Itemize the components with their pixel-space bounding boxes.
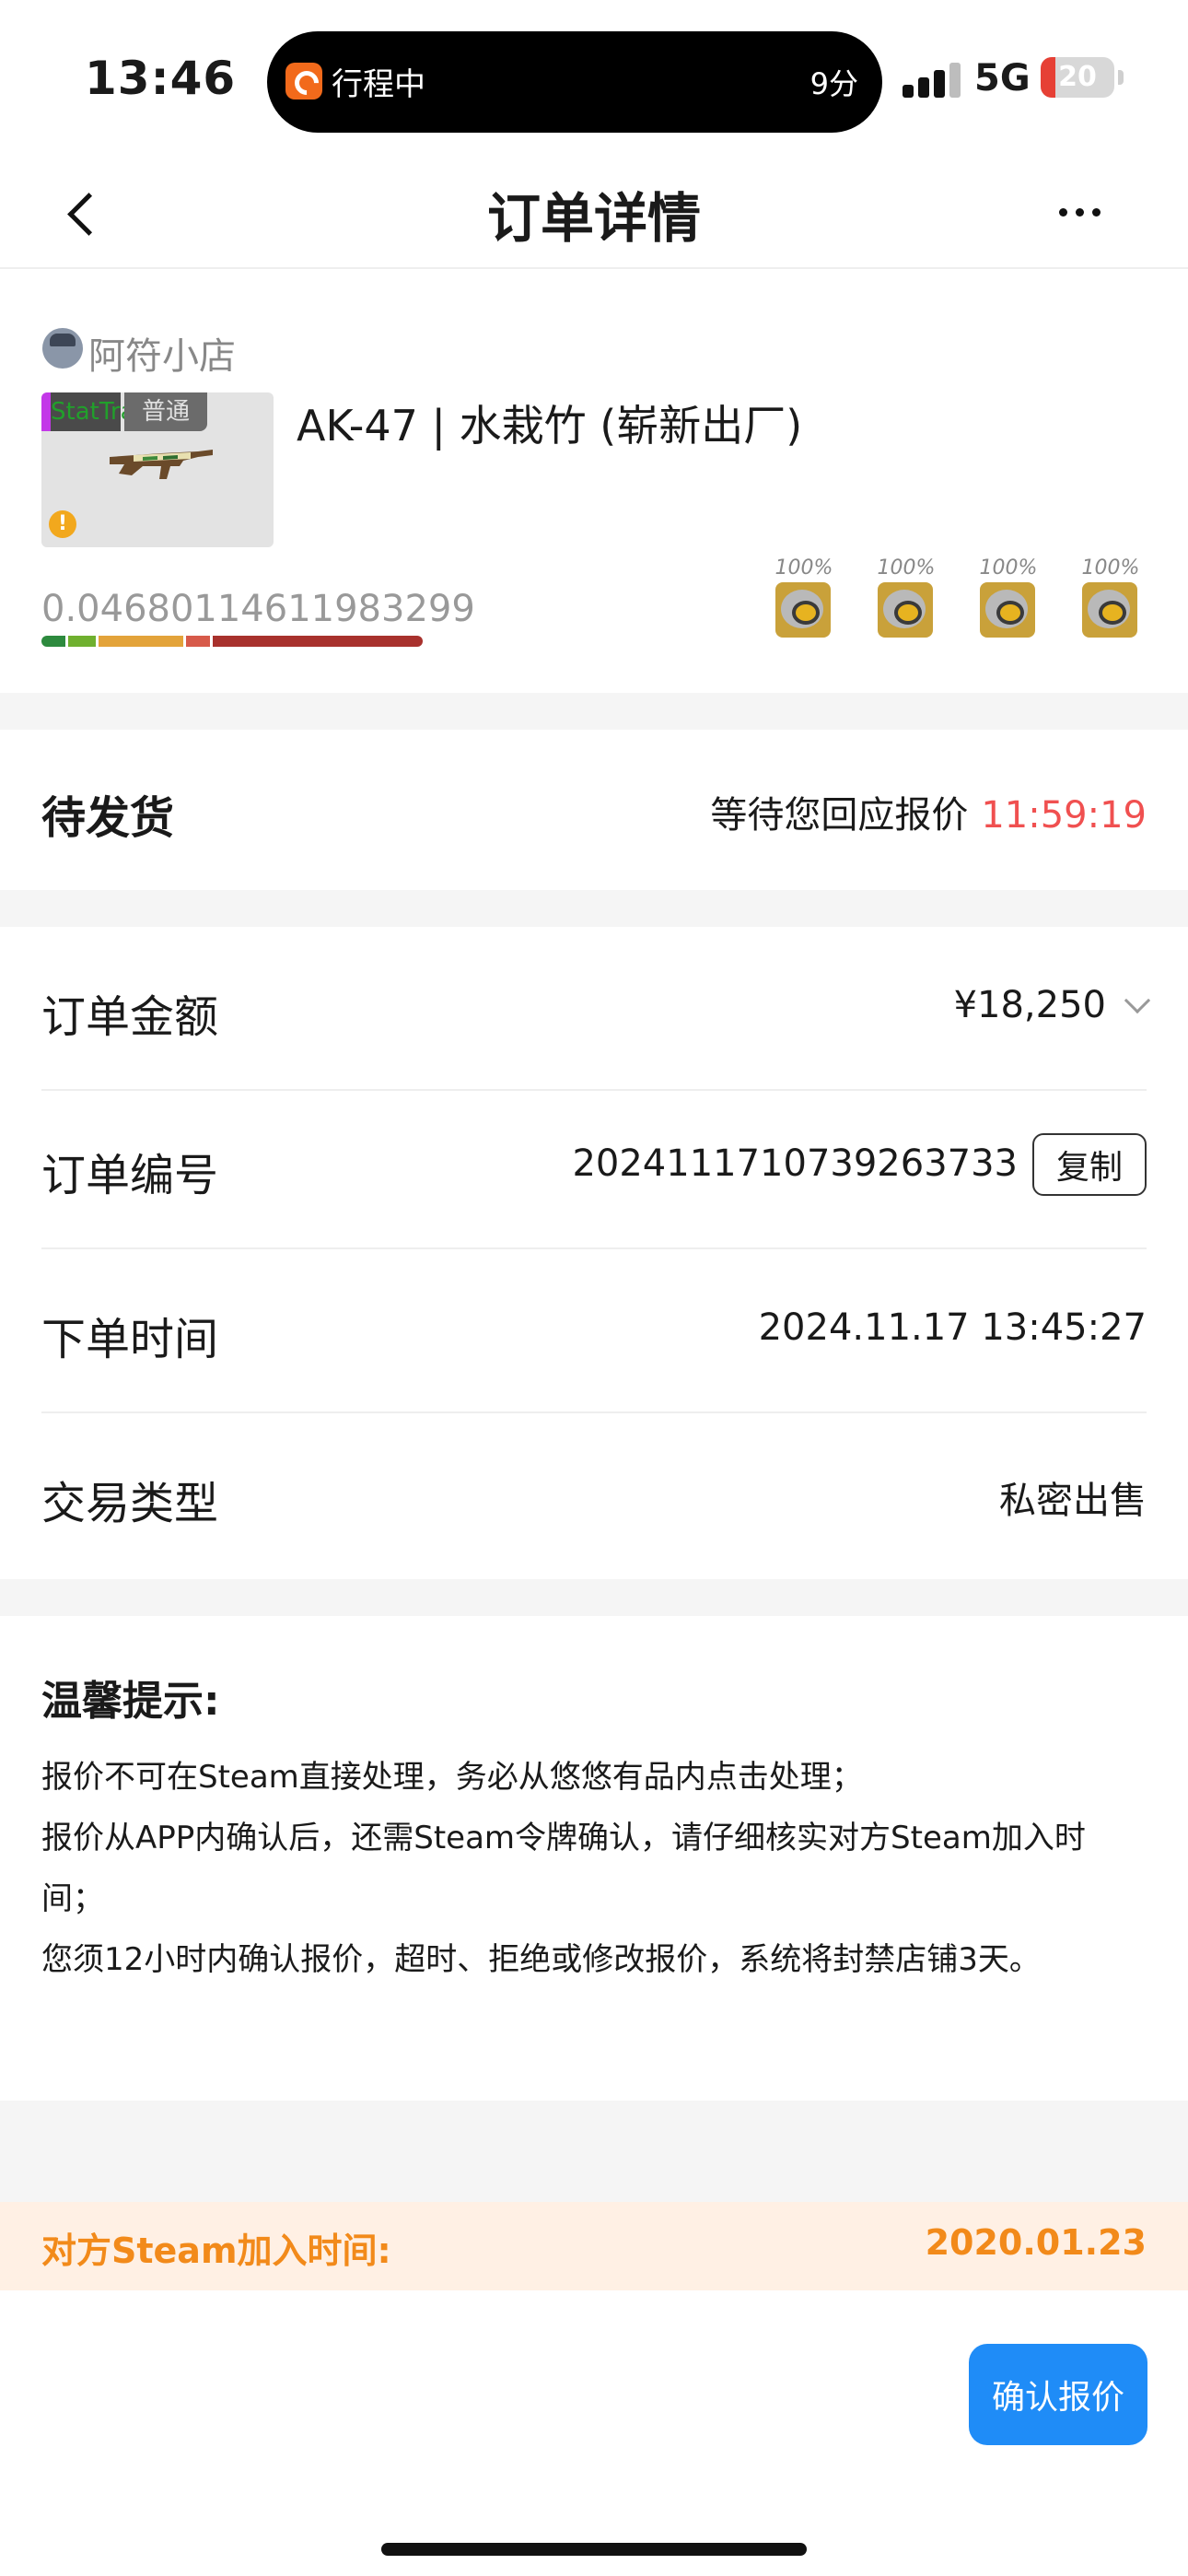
- sticker-item[interactable]: 100%: [764, 556, 844, 649]
- section-divider: [0, 2101, 1188, 2202]
- sticker-wear: 100%: [877, 556, 936, 580]
- warning-icon[interactable]: !: [49, 510, 76, 538]
- team-sticker-icon: [878, 582, 933, 638]
- order-number-row: 订单编号 2024111710739263733 复制: [41, 1085, 1147, 1249]
- item-thumbnail[interactable]: StatTrak 普通 !: [41, 392, 274, 547]
- order-amount-text: ¥18,250: [953, 984, 1106, 1026]
- sticker-item[interactable]: 100%: [1071, 556, 1150, 649]
- order-amount-value: ¥18,250: [953, 984, 1151, 1026]
- team-sticker-icon: [1082, 582, 1137, 638]
- section-divider: [0, 1579, 1188, 1616]
- tips-title: 温馨提示:: [41, 1678, 220, 1725]
- sticker-wear: 100%: [775, 556, 833, 580]
- order-status-title: 待发货: [41, 792, 175, 844]
- order-time-value: 2024.11.17 13:45:27: [758, 1306, 1147, 1349]
- wear-bar-segment: [41, 636, 68, 647]
- order-amount-row[interactable]: 订单金额 ¥18,250: [41, 927, 1151, 1091]
- countdown-timer: 11:59:19: [981, 794, 1147, 837]
- tip-line: 您须12小时内确认报价，超时、拒绝或修改报价，系统将封禁店铺3天。: [41, 1941, 1041, 1978]
- page-title: 订单详情: [486, 187, 701, 250]
- sticker-list: 100% 100% 100% 100%: [764, 556, 1151, 649]
- team-sticker-icon: [980, 582, 1035, 638]
- float-value: 0.04680114611983299: [41, 588, 475, 630]
- section-divider: [0, 890, 1188, 927]
- home-indicator[interactable]: [381, 2543, 807, 2556]
- activity-time: 9分: [809, 66, 858, 101]
- wear-bar-segment: [213, 636, 423, 647]
- sticker-item[interactable]: 100%: [867, 556, 946, 649]
- trade-type-row: 交易类型 私密出售: [41, 1413, 1147, 1577]
- wear-bar-segment: [67, 636, 99, 647]
- battery-percent: 20: [1058, 61, 1097, 93]
- ellipsis-icon[interactable]: [1059, 193, 1114, 230]
- confirm-offer-button[interactable]: 确认报价: [969, 2344, 1147, 2445]
- order-time-label: 下单时间: [41, 1314, 219, 1365]
- steam-join-date: 2020.01.23: [925, 2222, 1147, 2263]
- steam-join-banner: 对方Steam加入时间: 2020.01.23: [0, 2202, 1188, 2290]
- battery-icon: 20: [1041, 57, 1114, 98]
- sticker-wear: 100%: [979, 556, 1038, 580]
- avatar[interactable]: [42, 328, 83, 369]
- seller-name[interactable]: 阿符小店: [88, 326, 236, 380]
- network-label: 5G: [974, 57, 1031, 100]
- navigation-bar: 订单详情: [0, 157, 1188, 269]
- wear-bar: [41, 636, 423, 647]
- battery-cap: [1118, 70, 1124, 85]
- tips-body: 报价不可在Steam直接处理，务必从悠悠有品内点击处理； 报价从APP内确认后，…: [41, 1747, 1147, 1990]
- steam-join-label: 对方Steam加入时间:: [41, 2231, 391, 2271]
- trade-type-label: 交易类型: [41, 1478, 219, 1529]
- section-divider: [0, 693, 1188, 730]
- trade-type-value: 私密出售: [999, 1480, 1147, 1522]
- ride-app-icon: [285, 63, 322, 100]
- sticker-wear: 100%: [1081, 556, 1140, 580]
- tip-line: 报价不可在Steam直接处理，务必从悠悠有品内点击处理；: [41, 1759, 863, 1796]
- signal-icon: [903, 61, 961, 98]
- order-status-description: 等待您回应报价 11:59:19: [710, 785, 1147, 838]
- item-name: AK-47 | 水栽竹 (崭新出厂): [297, 401, 803, 451]
- tip-line: 报价从APP内确认后，还需Steam令牌确认，请仔细核实对方Steam加入时间；: [41, 1820, 1086, 1917]
- order-amount-label: 订单金额: [41, 991, 219, 1043]
- team-sticker-icon: [775, 582, 831, 638]
- status-bar: 13:46 行程中 9分 5G 20: [0, 0, 1188, 157]
- sticker-item[interactable]: 100%: [969, 556, 1048, 649]
- category-tag: 普通: [124, 392, 207, 431]
- rifle-icon: [110, 450, 213, 479]
- activity-label: 行程中: [332, 66, 425, 103]
- status-time: 13:46: [85, 52, 237, 105]
- chevron-down-icon[interactable]: [1124, 987, 1151, 1014]
- order-number-value: 2024111710739263733: [572, 1142, 1018, 1185]
- status-description-text: 等待您回应报价: [710, 794, 969, 837]
- order-number-label: 订单编号: [41, 1150, 219, 1201]
- order-time-row: 下单时间 2024.11.17 13:45:27: [41, 1249, 1147, 1413]
- wear-bar-segment: [186, 636, 214, 647]
- dynamic-island[interactable]: 行程中 9分: [267, 31, 882, 133]
- copy-button[interactable]: 复制: [1032, 1133, 1147, 1196]
- wear-bar-segment: [99, 636, 187, 647]
- rarity-indicator: [41, 392, 51, 431]
- stattrak-tag: StatTrak: [51, 392, 149, 431]
